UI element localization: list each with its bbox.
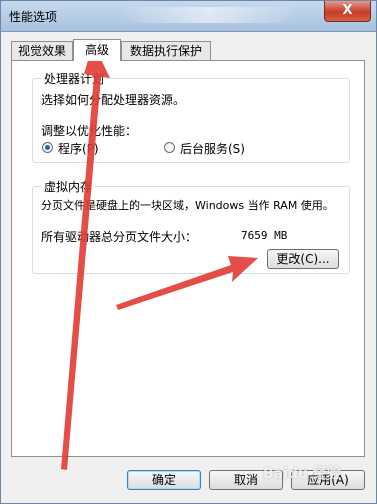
processor-group: 处理器计划 选择如何分配处理器资源。 调整以优化性能： 程序(P) 后台服务(S… <box>32 70 350 163</box>
tab-visual-effects[interactable]: 视觉效果 <box>11 41 73 60</box>
ok-button[interactable]: 确定 <box>127 470 201 490</box>
background-services-label[interactable]: 后台服务(S) <box>180 140 245 157</box>
processor-group-title: 处理器计划 <box>41 70 108 87</box>
advanced-panel: 处理器计划 选择如何分配处理器资源。 调整以优化性能： 程序(P) 后台服务(S… <box>11 60 365 457</box>
close-button[interactable]: X <box>324 1 371 22</box>
window-title: 性能选项 <box>9 10 58 24</box>
background-services-radio[interactable] <box>164 142 175 153</box>
blurred-title-area <box>119 7 299 23</box>
adjust-performance-label: 调整以优化性能： <box>41 124 138 138</box>
change-paging-button[interactable]: 更改(C)... <box>267 249 339 269</box>
programs-radio-label[interactable]: 程序(P) <box>58 140 99 157</box>
total-paging-label: 所有驱动器总分页文件大小： <box>41 230 198 244</box>
virtual-memory-group-title: 虚拟内存 <box>41 178 96 195</box>
virtual-memory-description: 分页文件是硬盘上的一块区域，Windows 当作 RAM 使用。 <box>41 199 334 212</box>
performance-options-window: 性能选项 X 视觉效果 高级 数据执行保护 处理器计划 选择如何分配处理器资源。… <box>0 0 377 504</box>
programs-radio[interactable] <box>42 142 53 153</box>
baidu-watermark-logo: Baidu 经验 <box>263 466 341 482</box>
virtual-memory-group: 虚拟内存 分页文件是硬盘上的一块区域，Windows 当作 RAM 使用。 所有… <box>32 178 350 274</box>
tab-advanced[interactable]: 高级 <box>73 39 121 61</box>
processor-description: 选择如何分配处理器资源。 <box>41 93 186 107</box>
tab-data-execution-prevention[interactable]: 数据执行保护 <box>121 41 211 60</box>
title-bar[interactable]: 性能选项 X <box>1 1 376 32</box>
total-paging-value: 7659 MB <box>241 229 288 242</box>
